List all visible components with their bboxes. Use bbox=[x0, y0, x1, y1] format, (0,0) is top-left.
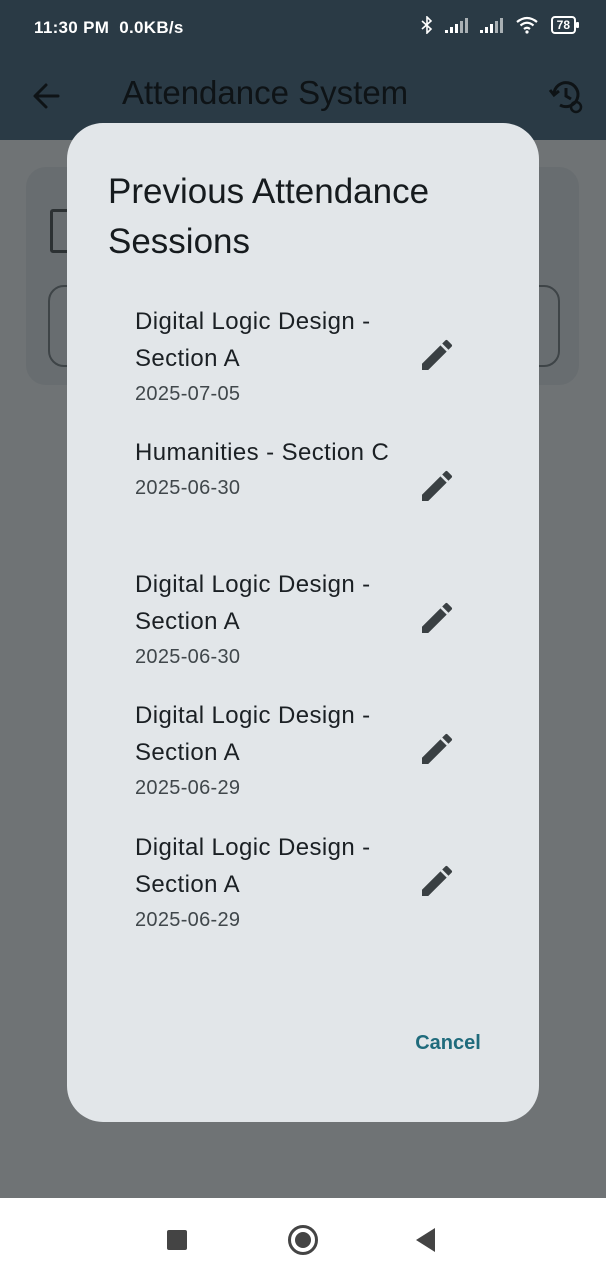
battery-icon: 78 bbox=[550, 16, 580, 34]
session-item[interactable]: Digital Logic Design - Section A 2025-06… bbox=[135, 566, 505, 686]
session-name: Digital Logic Design - Section A bbox=[135, 702, 371, 766]
pencil-icon[interactable] bbox=[417, 598, 457, 638]
home-button[interactable] bbox=[288, 1225, 318, 1255]
session-name: Digital Logic Design - Section A bbox=[135, 834, 371, 898]
battery-level: 78 bbox=[556, 18, 570, 32]
pencil-icon[interactable] bbox=[417, 729, 457, 769]
session-name: Digital Logic Design - Section A bbox=[135, 308, 371, 372]
session-item[interactable]: Humanities - Section C 2025-06-30 bbox=[135, 434, 505, 554]
back-button[interactable] bbox=[416, 1228, 435, 1252]
pencil-icon[interactable] bbox=[417, 466, 457, 506]
session-name: Digital Logic Design - Section A bbox=[135, 571, 371, 635]
pencil-icon[interactable] bbox=[417, 335, 457, 375]
system-nav-bar bbox=[0, 1198, 606, 1280]
recents-button[interactable] bbox=[167, 1230, 187, 1250]
session-item[interactable]: Digital Logic Design - Section A 2025-06… bbox=[135, 829, 505, 949]
session-date: 2025-06-30 bbox=[135, 646, 241, 668]
session-date: 2025-06-29 bbox=[135, 909, 241, 931]
session-item[interactable]: Digital Logic Design - Section A 2025-06… bbox=[135, 697, 505, 817]
clock: 11:30 PM bbox=[34, 18, 110, 37]
wifi-icon bbox=[515, 16, 538, 34]
dialog-title: Previous Attendance Sessions bbox=[108, 172, 430, 261]
sessions-dialog: Previous Attendance Sessions Digital Log… bbox=[67, 123, 539, 1122]
pencil-icon[interactable] bbox=[417, 861, 457, 901]
arrow-left-icon[interactable] bbox=[28, 76, 68, 116]
history-settings-icon[interactable] bbox=[546, 76, 586, 116]
session-item[interactable]: Digital Logic Design - Section A 2025-07… bbox=[135, 303, 505, 423]
signal-icon bbox=[444, 17, 468, 33]
signal-icon bbox=[479, 17, 503, 33]
session-name: Humanities - Section C bbox=[135, 439, 390, 466]
network-speed: 0.0KB/s bbox=[119, 18, 184, 37]
status-bar: 11:30 PM 0.0KB/s 78 bbox=[0, 0, 606, 58]
app-title: Attendance System bbox=[122, 74, 409, 111]
status-time: 11:30 PM 0.0KB/s bbox=[34, 18, 184, 38]
status-icons: 78 bbox=[421, 16, 580, 34]
cancel-button[interactable]: Cancel bbox=[403, 1027, 493, 1059]
session-date: 2025-06-29 bbox=[135, 777, 241, 799]
session-date: 2025-07-05 bbox=[135, 383, 241, 405]
bluetooth-icon bbox=[421, 16, 432, 34]
